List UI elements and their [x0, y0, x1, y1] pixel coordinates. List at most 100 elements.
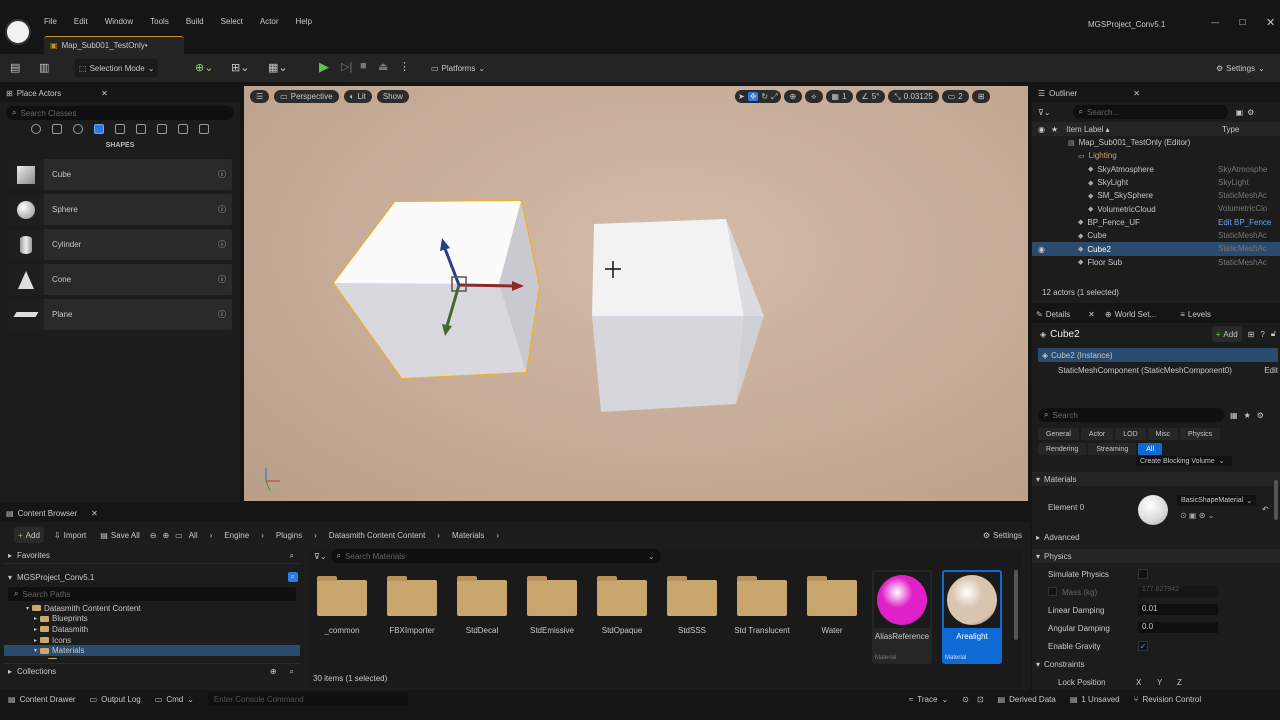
- outliner-row[interactable]: ◉ ◆ Cube2 StaticMeshAc: [1032, 242, 1280, 256]
- collections-header[interactable]: ▸ Collections ⊕ ⌕: [4, 663, 300, 679]
- breadcrumb-engine[interactable]: Engine: [224, 531, 249, 540]
- physics-section-header[interactable]: ▾ Physics: [1032, 549, 1280, 563]
- breadcrumb-datasmith[interactable]: Datasmith Content Content: [329, 531, 426, 540]
- revision-control-button[interactable]: ⑂ Revision Control: [1134, 695, 1202, 704]
- folder-tree-item[interactable]: ▾ Materials: [4, 645, 300, 656]
- selected-cube[interactable]: [332, 199, 541, 380]
- outliner-row[interactable]: ◆ SkyAtmosphere SkyAtmosphe: [1032, 163, 1280, 176]
- filter-chip-streaming[interactable]: Streaming: [1088, 443, 1137, 455]
- filter-chip-actor[interactable]: Actor: [1080, 428, 1114, 440]
- outliner-row[interactable]: ◆ BP_Fence_UF Edit BP_Fence: [1032, 216, 1280, 229]
- details-search-input[interactable]: ⌕ Search: [1038, 408, 1224, 422]
- cube2-object[interactable]: [592, 219, 764, 412]
- outliner-row[interactable]: ▭ Lighting: [1032, 149, 1280, 162]
- breadcrumb-all[interactable]: All: [189, 531, 198, 540]
- blueprint-icon[interactable]: ⊞⌄: [231, 61, 249, 74]
- add-component-button[interactable]: + Add: [1211, 326, 1242, 342]
- platforms-button[interactable]: ▭ Platforms ⌄: [427, 60, 489, 76]
- actor-item-cone[interactable]: Cone ⓘ: [8, 264, 232, 295]
- breadcrumb-materials[interactable]: Materials: [452, 531, 484, 540]
- search-materials-input[interactable]: ⌕ Search Materials ⌄: [330, 549, 661, 563]
- folder-tree-item[interactable]: ▾ _common: [4, 656, 300, 659]
- eject-icon[interactable]: ⏏: [378, 60, 388, 73]
- asset-scrollbar[interactable]: [1014, 570, 1018, 640]
- import-button[interactable]: ⇩ Import: [50, 527, 90, 543]
- play-icon[interactable]: ▶: [319, 59, 329, 75]
- tab-details[interactable]: ✎ Details: [1036, 310, 1070, 319]
- save-all-button[interactable]: ▤ Save All: [96, 527, 143, 543]
- gear-icon[interactable]: ⚙: [1257, 411, 1264, 420]
- toolbar-settings-button[interactable]: ⚙ Settings ⌄: [1212, 60, 1269, 76]
- materials-section-header[interactable]: ▾ Materials: [1032, 472, 1280, 486]
- blueprint-icon[interactable]: ⊞: [1248, 330, 1255, 339]
- help-icon[interactable]: ⓘ: [218, 239, 226, 250]
- material-selector[interactable]: BasicShapeMaterial ⌄: [1177, 495, 1257, 506]
- filter-chip-general[interactable]: General: [1038, 428, 1079, 440]
- help-icon[interactable]: ⓘ: [218, 274, 226, 285]
- cmd-button[interactable]: ▭ Cmd ⌄: [155, 695, 194, 704]
- unreal-logo-icon[interactable]: [5, 19, 31, 45]
- menu-file[interactable]: File: [44, 17, 57, 26]
- shapes-icon[interactable]: [94, 124, 104, 134]
- tab-levels[interactable]: ≡ Levels: [1180, 310, 1211, 319]
- visibility-icon[interactable]: ◉: [1038, 245, 1048, 254]
- menu-help[interactable]: Help: [296, 17, 312, 26]
- forward-icon[interactable]: ⊕: [162, 531, 169, 540]
- filter-chip-rendering[interactable]: Rendering: [1038, 443, 1087, 455]
- close-tab-icon[interactable]: ✕: [1133, 89, 1140, 98]
- asset-tile[interactable]: StdDecal: [452, 570, 512, 664]
- outliner-search-input[interactable]: ⌕ Search...: [1072, 105, 1228, 119]
- outliner-row-type[interactable]: Edit BP_Fence: [1218, 218, 1276, 227]
- basic-icon[interactable]: [52, 124, 62, 134]
- maximize-icon[interactable]: ☐: [1239, 18, 1246, 27]
- recent-icon[interactable]: [31, 124, 41, 134]
- console-input[interactable]: Enter Console Command: [207, 692, 408, 706]
- asset-tile[interactable]: Water: [802, 570, 862, 664]
- component-edit-link[interactable]: Edit: [1264, 366, 1278, 375]
- volumes-icon[interactable]: [178, 124, 188, 134]
- map-tab[interactable]: ▣ Map_Sub001_TestOnly•: [44, 36, 184, 54]
- lights-icon[interactable]: [73, 124, 83, 134]
- advance-frame-icon[interactable]: ▷|: [341, 60, 352, 73]
- filter-chip-all[interactable]: All: [1138, 443, 1162, 455]
- angular-damping-field[interactable]: 0.0: [1138, 622, 1218, 633]
- type-column[interactable]: Type: [1216, 125, 1280, 134]
- material-thumbnail[interactable]: [1138, 495, 1168, 525]
- stop-icon[interactable]: ■: [360, 60, 367, 72]
- record-icon[interactable]: ⊙: [962, 695, 969, 704]
- details-scrollbar[interactable]: [1274, 480, 1278, 520]
- asset-tile[interactable]: _common: [312, 570, 372, 664]
- enable-gravity-checkbox[interactable]: ✓: [1138, 641, 1148, 651]
- add-collection-icon[interactable]: ⊕: [270, 667, 277, 676]
- minimize-icon[interactable]: —: [1211, 18, 1219, 27]
- simulate-physics-checkbox[interactable]: [1138, 569, 1148, 579]
- item-label-column[interactable]: Item Label: [1066, 125, 1103, 134]
- unsaved-button[interactable]: ▤ 1 Unsaved: [1070, 695, 1120, 704]
- folder-tree-item[interactable]: ▾ Datasmith Content Content: [4, 603, 300, 614]
- lock-icon[interactable]: 🔓︎: [1271, 329, 1276, 339]
- geometry-icon[interactable]: [157, 124, 167, 134]
- output-log-button[interactable]: ▭ Output Log: [90, 695, 141, 704]
- constraints-section-header[interactable]: ▾ Constraints: [1036, 660, 1084, 669]
- gear-icon[interactable]: ⚙: [1247, 108, 1254, 117]
- content-drawer-button[interactable]: ▤ Content Drawer: [8, 695, 76, 704]
- search-icon[interactable]: ⌕: [287, 572, 298, 582]
- more-options-icon[interactable]: ⋮: [399, 60, 410, 73]
- tab-world-settings[interactable]: ⊕ World Set...: [1105, 310, 1156, 319]
- outliner-row[interactable]: ▤ Map_Sub001_TestOnly (Editor): [1032, 136, 1280, 149]
- level-viewport[interactable]: ☰ ▭ Perspective ◐ Lit Show ➤ ✥ ↻ ⤢ ⊕ ⟡ ▦ 1 …: [244, 86, 1028, 501]
- filter-chip-physics[interactable]: Physics: [1180, 428, 1221, 440]
- mass-override-checkbox[interactable]: [1048, 587, 1057, 596]
- favorites-header[interactable]: ▸ Favorites ⌕: [4, 548, 300, 564]
- media-icon[interactable]: ⊡: [977, 695, 984, 704]
- asset-tile[interactable]: StdSSS: [662, 570, 722, 664]
- menu-actor[interactable]: Actor: [260, 17, 279, 26]
- table-view-icon[interactable]: ▦: [1230, 411, 1238, 420]
- folder-tree-item[interactable]: ▸ Datasmith: [4, 624, 300, 635]
- content-settings-button[interactable]: ⚙ Settings: [979, 527, 1026, 543]
- reset-icon[interactable]: ↶: [1262, 505, 1269, 514]
- component-instance-row[interactable]: ◈ Cube2 (Instance): [1038, 348, 1278, 362]
- cinematics-icon[interactable]: ▦⌄: [268, 61, 288, 74]
- menu-build[interactable]: Build: [186, 17, 204, 26]
- selection-mode-button[interactable]: ⬚ Selection Mode ⌄: [75, 59, 159, 77]
